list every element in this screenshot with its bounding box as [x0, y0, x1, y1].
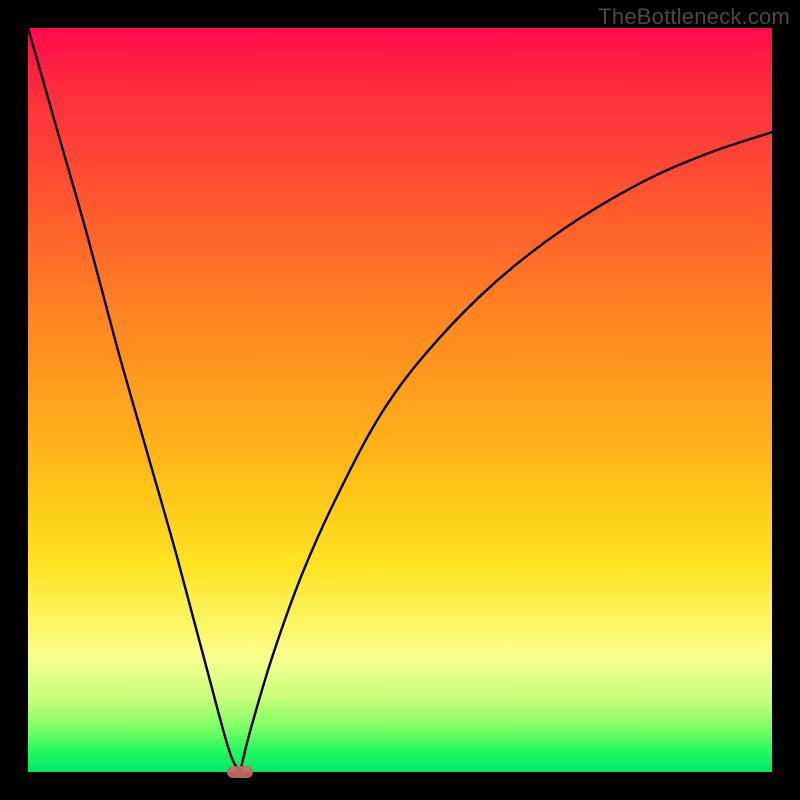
chart-frame: TheBottleneck.com: [0, 0, 800, 800]
curve-right: [240, 132, 772, 772]
curve-left: [28, 28, 240, 772]
plot-area: [28, 28, 772, 772]
watermark-text: TheBottleneck.com: [598, 4, 790, 30]
curve-svg: [28, 28, 772, 772]
minimum-marker: [227, 766, 253, 778]
